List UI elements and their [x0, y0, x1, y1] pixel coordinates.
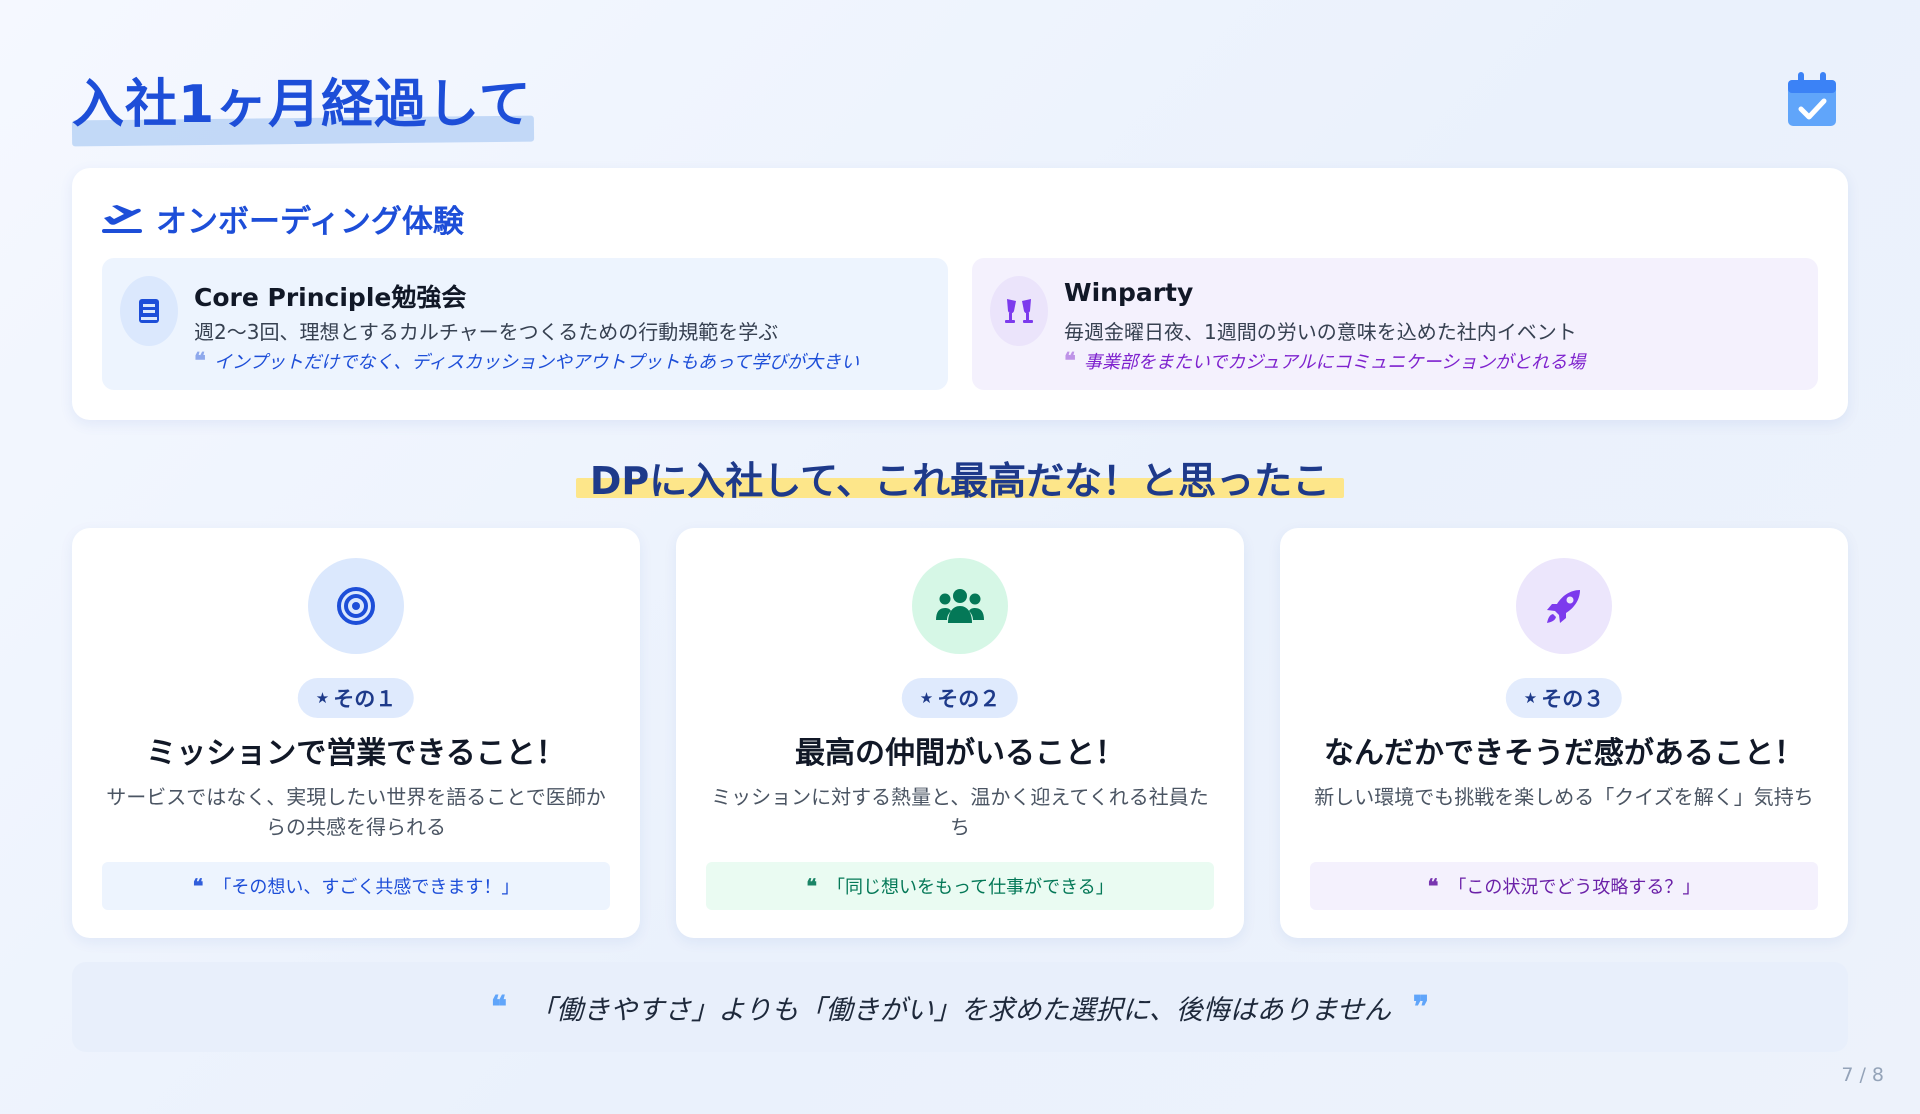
highlight-quote-text: 「この状況でどう攻略する？」: [1448, 877, 1701, 898]
onboarding-title: オンボーディング体験: [156, 203, 464, 240]
onboarding-item-description: 週2〜3回、理想とするカルチャーをつくるための行動規範を学ぶ: [194, 320, 779, 344]
highlight-title: ミッションで営業できること！: [146, 736, 566, 771]
highlight-card-2: ★ その２ 最高の仲間がいること！ ミッションに対する熱量と、温かく迎えてくれる…: [676, 528, 1244, 938]
quote-left-icon: ❝: [1427, 874, 1439, 898]
highlight-card-1: ★ その１ ミッションで営業できること！ サービスではなく、実現したい世界を語る…: [72, 528, 640, 938]
highlight-quote-text: 「その想い、すごく共感できます！」: [213, 877, 520, 898]
toast-glasses-icon: [1005, 299, 1033, 323]
onboarding-item-quote: ❝ 事業部をまたいでカジュアルにコミュニケーションがとれる場: [1064, 348, 1585, 374]
highlight-icon-wrap: [308, 558, 404, 654]
book-icon: [139, 299, 159, 323]
onboarding-item-name: Winparty: [1064, 278, 1194, 307]
highlight-badge: ★ その３: [1505, 678, 1623, 718]
highlight-quote: ❝ 「この状況でどう攻略する？」: [1310, 862, 1818, 910]
page-title: 入社1ヶ月経過して: [72, 75, 532, 135]
page-number: 7 / 8: [1841, 1064, 1884, 1086]
closing-banner: ❝ 「働きやすさ」よりも「働きがい」を求めた選択に、後悔はありません ❞: [72, 962, 1848, 1052]
highlight-title: 最高の仲間がいること！: [795, 736, 1125, 771]
rocket-icon: [1547, 590, 1580, 623]
star-icon: ★: [919, 689, 934, 707]
closing-text: 「働きやすさ」よりも「働きがい」を求めた選択に、後悔はありません: [529, 994, 1391, 1026]
users-icon: [936, 589, 984, 623]
onboarding-card: オンボーディング体験 Core Principle勉強会 週2〜3回、理想とする…: [72, 168, 1848, 420]
section-heading: DPに入社して、これ最高だな！と思ったこと: [589, 459, 1331, 498]
onboarding-heading: オンボーディング体験: [102, 198, 464, 240]
quote-left-icon: ❝: [806, 874, 817, 898]
highlight-badge-text: その２: [937, 687, 1001, 711]
onboarding-item-description: 毎週金曜日夜、1週間の労いの意味を込めた社内イベント: [1064, 320, 1577, 344]
highlight-quote: ❝ 「同じ想いをもって仕事ができる」: [706, 862, 1214, 910]
star-icon: ★: [1523, 689, 1538, 707]
highlight-quote: ❝ 「その想い、すごく共感できます！」: [102, 862, 610, 910]
quote-right-icon: ❞: [1412, 989, 1430, 1025]
highlight-icon-wrap: [912, 558, 1008, 654]
quote-left-icon: ❝: [192, 874, 204, 898]
highlight-title: なんだかできそうだ感があること！: [1324, 736, 1804, 771]
highlight-icon-wrap: [1516, 558, 1612, 654]
onboarding-item-quote-text: インプットだけでなく、ディスカッションやアウトプットもあって学びが大きい: [213, 352, 860, 373]
onboarding-item-icon-wrap: [990, 276, 1048, 346]
quote-left-icon: ❝: [1064, 348, 1076, 374]
highlight-description: 新しい環境でも挑戦を楽しめる「クイズを解く」気持ち: [1314, 785, 1814, 809]
onboarding-item-core-principle: Core Principle勉強会 週2〜3回、理想とするカルチャーをつくるため…: [102, 258, 948, 390]
calendar-check-icon: [1788, 72, 1836, 126]
onboarding-item-name: Core Principle勉強会: [194, 283, 467, 312]
plane-departure-icon: [102, 205, 142, 233]
highlight-description: ミッションに対する熱量と、温かく迎えてくれる社員たち: [711, 785, 1209, 839]
onboarding-item-quote: ❝ インプットだけでなく、ディスカッションやアウトプットもあって学びが大きい: [194, 348, 859, 374]
quote-left-icon: ❝: [194, 348, 206, 374]
quote-left-icon: ❝: [490, 989, 508, 1025]
onboarding-item-icon-wrap: [120, 276, 178, 346]
highlight-badge-text: その１: [333, 687, 397, 711]
highlight-badge-text: その３: [1541, 687, 1605, 711]
highlight-quote-text: 「同じ想いをもって仕事ができる」: [827, 877, 1114, 898]
highlight-badge: ★ その１: [297, 678, 415, 718]
highlight-badge: ★ その２: [901, 678, 1019, 718]
onboarding-item-winparty: Winparty 毎週金曜日夜、1週間の労いの意味を込めた社内イベント ❝ 事業…: [972, 258, 1818, 390]
highlight-card-3: ★ その３ なんだかできそうだ感があること！ 新しい環境でも挑戦を楽しめる「クイ…: [1280, 528, 1848, 938]
star-icon: ★: [315, 689, 330, 707]
onboarding-item-quote-text: 事業部をまたいでカジュアルにコミュニケーションがとれる場: [1083, 352, 1586, 373]
highlight-description: サービスではなく、実現したい世界を語ることで医師からの共感を得られる: [106, 785, 606, 839]
target-icon: [337, 587, 375, 625]
